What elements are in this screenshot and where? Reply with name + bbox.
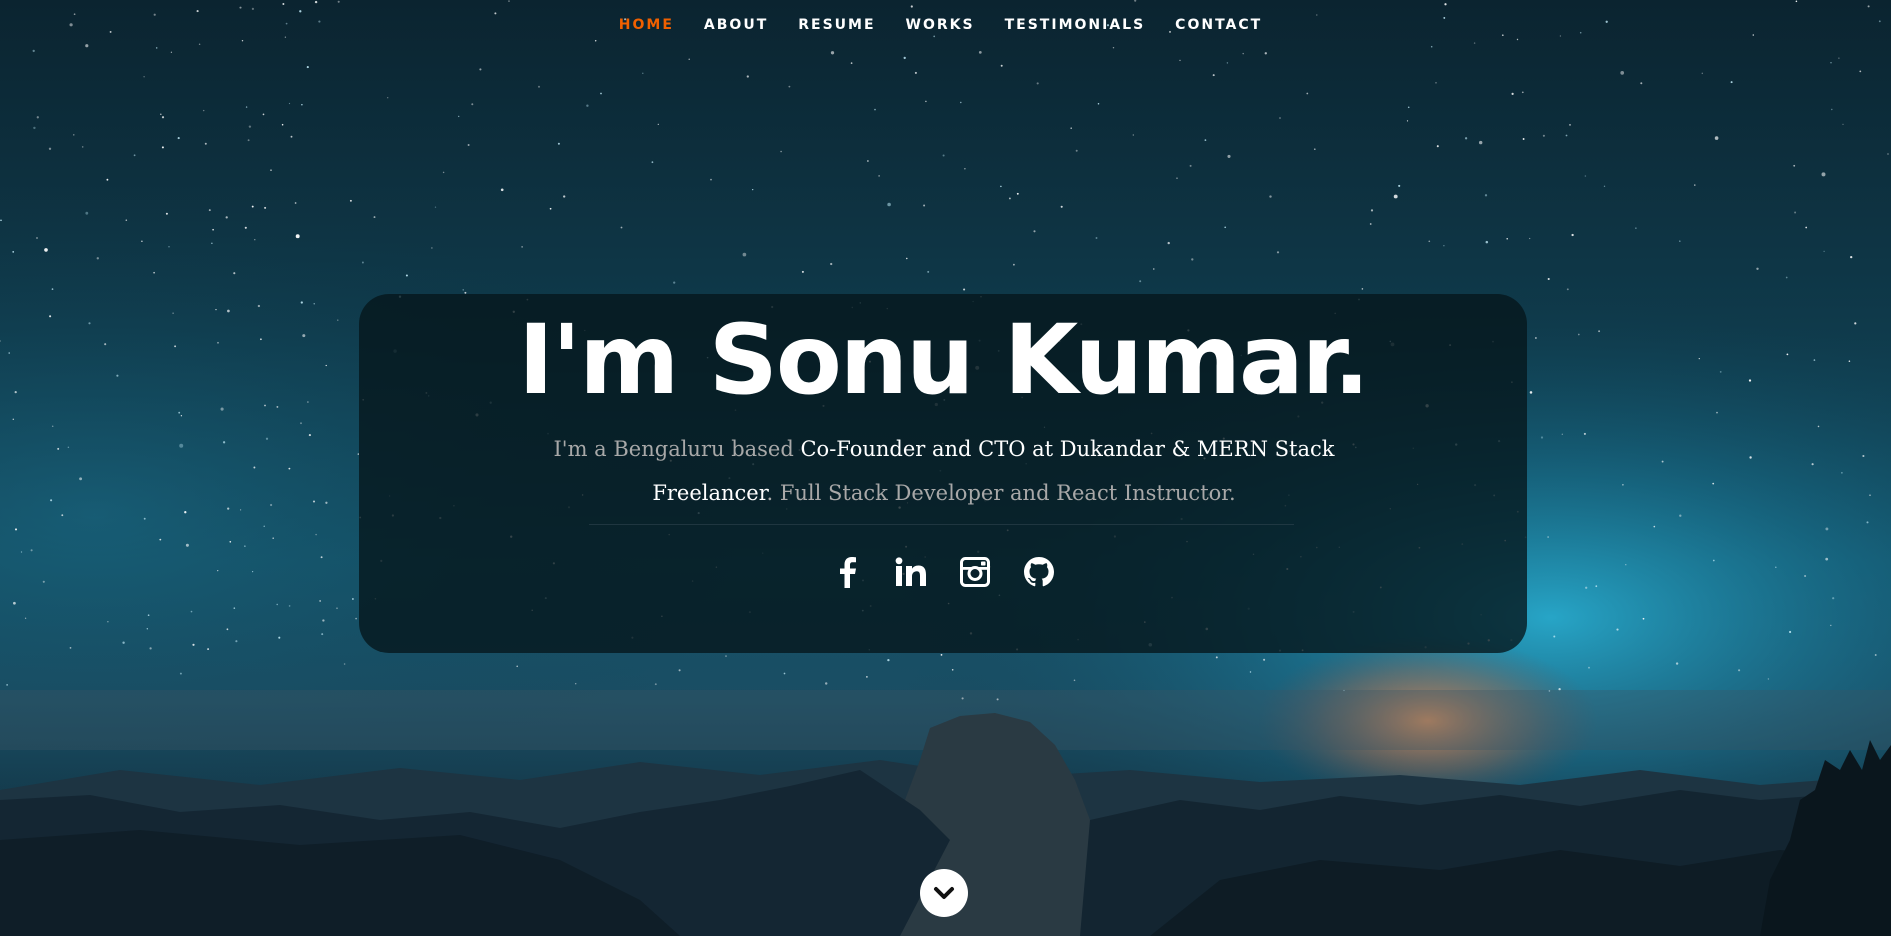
hero-description-intro: I'm a Bengaluru based bbox=[553, 437, 801, 461]
nav-link-about[interactable]: ABOUT bbox=[704, 17, 768, 33]
social-links bbox=[359, 552, 1527, 592]
main-navigation: HOME ABOUT RESUME WORKS TESTIMONIALS CON… bbox=[0, 0, 1891, 46]
hero-banner: I'm Sonu Kumar. I'm a Bengaluru based Co… bbox=[359, 294, 1527, 653]
nav-link-resume[interactable]: RESUME bbox=[798, 17, 875, 33]
hero-title: I'm Sonu Kumar. bbox=[518, 304, 1370, 416]
chevron-down-icon bbox=[934, 887, 954, 899]
nav-item-contact: CONTACT bbox=[1175, 14, 1262, 33]
hero-divider bbox=[589, 524, 1294, 525]
linkedin-icon[interactable] bbox=[891, 552, 931, 592]
nav-item-about: ABOUT bbox=[704, 14, 768, 33]
hero-description: I'm a Bengaluru based Co-Founder and CTO… bbox=[549, 427, 1339, 515]
scroll-down-button[interactable] bbox=[920, 869, 968, 917]
nav-link-works[interactable]: WORKS bbox=[906, 17, 975, 33]
github-icon[interactable] bbox=[1019, 552, 1059, 592]
facebook-icon[interactable] bbox=[827, 552, 867, 592]
hero-description-rest: . Full Stack Developer and React Instruc… bbox=[766, 481, 1236, 505]
instagram-icon[interactable] bbox=[955, 552, 995, 592]
nav-item-works: WORKS bbox=[906, 14, 975, 33]
nav-item-resume: RESUME bbox=[798, 14, 875, 33]
home-page: HOME ABOUT RESUME WORKS TESTIMONIALS CON… bbox=[0, 0, 1891, 936]
nav-list: HOME ABOUT RESUME WORKS TESTIMONIALS CON… bbox=[604, 14, 1277, 33]
nav-item-testimonials: TESTIMONIALS bbox=[1005, 14, 1146, 33]
nav-link-home[interactable]: HOME bbox=[619, 17, 674, 33]
nav-item-home: HOME bbox=[619, 14, 674, 33]
nav-link-contact[interactable]: CONTACT bbox=[1175, 17, 1262, 33]
nav-link-testimonials[interactable]: TESTIMONIALS bbox=[1005, 17, 1146, 33]
